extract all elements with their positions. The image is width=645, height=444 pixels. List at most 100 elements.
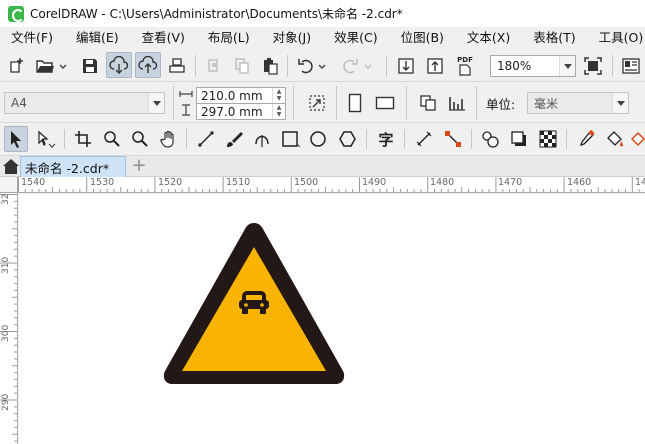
open-button[interactable] bbox=[34, 55, 68, 77]
blend-tool-button[interactable] bbox=[479, 128, 503, 150]
drop-shadow-icon bbox=[511, 131, 526, 146]
checkerboard-icon bbox=[539, 130, 557, 148]
landscape-button[interactable] bbox=[374, 91, 396, 115]
page-width-value: 210.0 mm bbox=[201, 88, 263, 103]
save-button[interactable] bbox=[79, 55, 101, 77]
zoom-level-combo[interactable]: 180% bbox=[490, 55, 576, 77]
vertical-ruler[interactable]: 32 310 300 290 bbox=[0, 193, 18, 444]
save-icon bbox=[83, 59, 97, 73]
import-button[interactable] bbox=[395, 55, 417, 77]
menu-view[interactable]: 查看(V) bbox=[137, 27, 190, 49]
print-button[interactable] bbox=[166, 55, 188, 77]
add-tab-button[interactable]: + bbox=[130, 157, 148, 175]
warning-sign-graphic[interactable] bbox=[162, 219, 346, 389]
chevron-down-icon[interactable] bbox=[559, 56, 575, 76]
new-document-icon bbox=[10, 58, 23, 73]
window-title: CorelDRAW - C:\Users\Administrator\Docum… bbox=[30, 7, 403, 21]
zoom-level-value: 180% bbox=[497, 59, 532, 73]
units-combo[interactable]: 毫米 bbox=[527, 92, 629, 114]
bezier-tool-button[interactable] bbox=[250, 128, 274, 150]
page-size-combo[interactable]: A4 bbox=[4, 92, 165, 114]
pan-tool-button[interactable] bbox=[157, 128, 181, 150]
ruler-label: 1460 bbox=[567, 177, 592, 188]
artistic-media-tool-button[interactable] bbox=[222, 128, 246, 150]
page-size-value: A4 bbox=[11, 96, 27, 110]
menu-effects[interactable]: 效果(C) bbox=[329, 27, 382, 49]
interactive-fill-tool-button[interactable] bbox=[603, 128, 627, 150]
ruler-label: 1520 bbox=[158, 177, 183, 188]
transparency-tool-button[interactable] bbox=[536, 128, 560, 150]
all-pages-icon bbox=[420, 95, 436, 111]
menu-table[interactable]: 表格(T) bbox=[528, 27, 580, 49]
magnifier-icon bbox=[104, 131, 120, 147]
menu-object[interactable]: 对象(J) bbox=[268, 27, 316, 49]
text-tool-glyph: 字 bbox=[378, 130, 394, 149]
polygon-tool-button[interactable] bbox=[336, 128, 360, 150]
crop-icon bbox=[75, 131, 91, 147]
paste-button[interactable] bbox=[259, 55, 281, 77]
horizontal-ruler[interactable]: 1540 1530 1520 1510 1500 1490 1480 1470 … bbox=[18, 177, 645, 193]
new-document-button[interactable] bbox=[6, 55, 28, 77]
bezier-icon bbox=[255, 135, 269, 147]
cloud-upload-button[interactable] bbox=[135, 52, 161, 78]
cut-button[interactable] bbox=[203, 55, 225, 77]
hand-icon bbox=[160, 130, 174, 148]
color-eyedropper-tool-button[interactable] bbox=[575, 128, 599, 150]
property-bar: A4 210.0 mm ▲ ▼ 297.0 mm ▲ ▼ 单位: 毫米 bbox=[0, 82, 645, 123]
pick-tool-button[interactable] bbox=[4, 126, 28, 152]
page-height-value: 297.0 mm bbox=[201, 104, 263, 119]
connector-tool-button[interactable] bbox=[441, 128, 465, 150]
options-icon bbox=[622, 58, 640, 74]
document-tab[interactable]: 未命名 -2.cdr* bbox=[20, 156, 126, 177]
ruler-label: 290 bbox=[1, 393, 11, 411]
freehand-tool-button[interactable] bbox=[194, 128, 218, 150]
drawing-canvas[interactable] bbox=[19, 194, 645, 444]
page-orientation-transform-button[interactable] bbox=[306, 92, 328, 114]
all-pages-button[interactable] bbox=[417, 91, 439, 115]
landscape-icon bbox=[375, 96, 395, 110]
cloud-download-button[interactable] bbox=[106, 52, 132, 78]
menu-layout[interactable]: 布局(L) bbox=[203, 27, 255, 49]
ruler-label: 32 bbox=[1, 193, 11, 205]
drop-shadow-tool-button[interactable] bbox=[507, 128, 531, 150]
portrait-button[interactable] bbox=[344, 91, 366, 115]
spin-down-icon[interactable]: ▼ bbox=[273, 112, 285, 120]
page-width-input[interactable]: 210.0 mm ▲ ▼ bbox=[196, 87, 286, 104]
portrait-icon bbox=[348, 93, 362, 113]
shape-tool-button[interactable] bbox=[34, 128, 58, 150]
copy-button[interactable] bbox=[231, 55, 253, 77]
parallel-dimension-tool-button[interactable] bbox=[412, 128, 436, 150]
menu-bitmaps[interactable]: 位图(B) bbox=[396, 27, 449, 49]
menu-edit[interactable]: 编辑(E) bbox=[71, 27, 124, 49]
crop-tool-button[interactable] bbox=[72, 128, 96, 150]
fill-bucket-icon bbox=[607, 131, 623, 147]
ruler-origin-corner[interactable] bbox=[0, 177, 18, 193]
dimension-icon bbox=[416, 131, 432, 147]
export-button[interactable] bbox=[424, 55, 446, 77]
undo-button[interactable] bbox=[295, 55, 329, 77]
smart-fill-tool-button[interactable] bbox=[631, 128, 645, 150]
chevron-down-icon[interactable] bbox=[148, 93, 164, 113]
page-height-input[interactable]: 297.0 mm ▲ ▼ bbox=[196, 103, 286, 120]
redo-button[interactable] bbox=[341, 55, 375, 77]
undo-icon bbox=[298, 59, 326, 74]
paste-icon bbox=[264, 58, 278, 75]
publish-pdf-button[interactable]: PDF bbox=[453, 54, 477, 78]
ruler-label: 1480 bbox=[430, 177, 455, 188]
zoom-out-tool-button[interactable] bbox=[128, 128, 152, 150]
menu-file[interactable]: 文件(F) bbox=[6, 27, 58, 49]
current-page-button[interactable] bbox=[446, 91, 468, 115]
menu-tools[interactable]: 工具(O) bbox=[594, 27, 645, 49]
chevron-down-icon[interactable] bbox=[612, 93, 628, 113]
spin-down-icon[interactable]: ▼ bbox=[273, 96, 285, 104]
options-button[interactable] bbox=[619, 55, 643, 77]
menu-text[interactable]: 文本(X) bbox=[462, 27, 515, 49]
text-tool-button[interactable]: 字 bbox=[374, 128, 398, 150]
home-icon[interactable] bbox=[2, 158, 20, 175]
ellipse-tool-button[interactable] bbox=[307, 128, 331, 150]
import-icon bbox=[398, 58, 414, 74]
full-screen-button[interactable] bbox=[582, 55, 604, 77]
zoom-tool-button[interactable] bbox=[100, 128, 124, 150]
rectangle-tool-button[interactable] bbox=[279, 128, 303, 150]
standard-toolbar: PDF 180% bbox=[0, 49, 645, 82]
